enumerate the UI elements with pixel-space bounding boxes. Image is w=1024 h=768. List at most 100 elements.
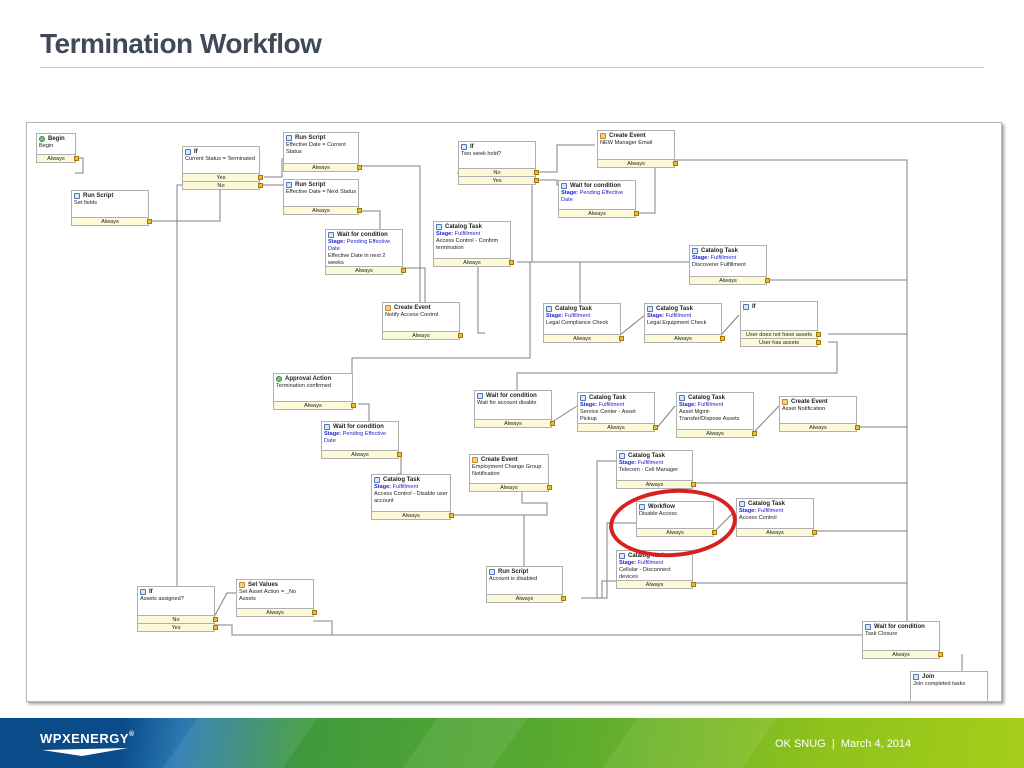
node-create-event-asset[interactable]: Create Event Asset Notification Always [779, 396, 860, 432]
node-wait-effective[interactable]: Wait for condition Stage: Pending Effect… [558, 180, 639, 218]
output-port[interactable] [691, 582, 696, 587]
output-port[interactable] [812, 530, 817, 535]
transition-always[interactable]: Always [284, 206, 362, 214]
transition-always[interactable]: Always [544, 334, 624, 342]
output-port[interactable] [534, 170, 539, 175]
transition-always[interactable]: Always [326, 266, 406, 274]
transition-always[interactable]: Always [677, 429, 757, 437]
output-port[interactable] [691, 482, 696, 487]
output-port[interactable] [534, 178, 539, 183]
node-run-script-current[interactable]: Run Script Effective Date = Current Stat… [283, 132, 362, 172]
output-port[interactable] [397, 452, 402, 457]
node-run-script-set-fields[interactable]: Run Script Set fields Always [71, 190, 152, 226]
node-wait-effective-2[interactable]: Wait for condition Stage: Pending Effect… [321, 421, 402, 459]
transition-always[interactable]: Always [434, 258, 514, 266]
node-if-status[interactable]: If Current Status = Terminated Yes No [182, 146, 263, 190]
node-if-assets-assigned[interactable]: If Assets assigned? No Yes [137, 586, 218, 632]
output-port[interactable] [357, 165, 362, 170]
transition-has-assets[interactable]: User has assets [741, 338, 821, 346]
transition-always[interactable]: Always [383, 331, 463, 339]
transition-always[interactable]: Always [372, 511, 454, 519]
node-wait-effective-2wk[interactable]: Wait for condition Stage: Pending Effect… [325, 229, 406, 275]
node-if-assets[interactable]: If User does not have assets User has as… [740, 301, 821, 347]
output-port[interactable] [258, 175, 263, 180]
transition-always[interactable]: Always [617, 480, 696, 488]
output-port[interactable] [147, 219, 152, 224]
node-create-event-manager[interactable]: Create Event NEW Manager Email Always [597, 130, 678, 168]
transition-always[interactable]: Always [322, 450, 402, 458]
transition-no[interactable]: No [138, 615, 218, 623]
transition-no[interactable]: No [459, 168, 539, 176]
output-port[interactable] [312, 610, 317, 615]
transition-always[interactable]: Always [559, 209, 639, 217]
transition-always[interactable]: Always [470, 483, 552, 491]
transition-always[interactable]: Always [274, 401, 356, 409]
transition-always[interactable]: Always [284, 163, 362, 171]
output-port[interactable] [351, 403, 356, 408]
node-join[interactable]: Join Join completed tasks [910, 671, 988, 701]
node-catalog-legal-equipment[interactable]: Catalog Task Stage: Fulfillment Legal Equ… [644, 303, 725, 343]
node-catalog-legal-compliance[interactable]: Catalog Task Stage: Fulfillment Legal Com… [543, 303, 624, 343]
output-port[interactable] [258, 183, 263, 188]
output-port[interactable] [458, 333, 463, 338]
node-create-event-employment[interactable]: Create Event Employment Change Group Not… [469, 454, 552, 492]
node-catalog-telecom[interactable]: Catalog Task Stage: Fulfillment Telecom -… [616, 450, 696, 489]
node-wait-task-closure[interactable]: Wait for condition Task Closure Always [862, 621, 943, 659]
transition-yes[interactable]: Yes [459, 176, 539, 184]
wait-icon [561, 183, 567, 189]
output-port[interactable] [720, 336, 725, 341]
node-if-two-week[interactable]: If Two week hold? No Yes [458, 141, 539, 185]
transition-always[interactable]: Always [780, 423, 860, 431]
node-set-values[interactable]: Set Values Set Asset Action = _No Assets… [236, 579, 317, 617]
output-port[interactable] [213, 617, 218, 622]
node-catalog-discover[interactable]: Catalog Task Stage: Fulfillment Discovere… [689, 245, 770, 285]
output-port[interactable] [74, 156, 79, 161]
output-port[interactable] [550, 421, 555, 426]
transition-always[interactable]: Always [237, 608, 317, 616]
output-port[interactable] [673, 161, 678, 166]
transition-always[interactable]: Always [37, 154, 79, 162]
node-catalog-asset-mgmt[interactable]: Catalog Task Stage: Fulfillment Asset Mgm… [676, 392, 757, 438]
transition-yes[interactable]: Yes [183, 173, 263, 181]
node-run-script-disabled[interactable]: Run Script Account is disabled Always [486, 566, 566, 603]
transition-always[interactable]: Always [737, 528, 817, 536]
transition-always[interactable]: Always [72, 217, 152, 225]
node-catalog-confirm[interactable]: Catalog Task Stage: Fulfillment Access Co… [433, 221, 514, 267]
transition-always[interactable]: Always [617, 580, 696, 588]
transition-always[interactable]: Always [475, 419, 555, 427]
output-port[interactable] [765, 278, 770, 283]
transition-no[interactable]: No [183, 181, 263, 189]
transition-always[interactable]: Always [578, 423, 658, 431]
transition-always[interactable]: Always [598, 159, 678, 167]
output-port[interactable] [509, 260, 514, 265]
output-port[interactable] [634, 211, 639, 216]
output-port[interactable] [401, 268, 406, 273]
transition-yes[interactable]: Yes [138, 623, 218, 631]
node-catalog-service-center[interactable]: Catalog Task Stage: Fulfillment Service C… [577, 392, 658, 432]
node-approval[interactable]: Approval Action Termination confirmed Al… [273, 373, 356, 410]
transition-no-assets[interactable]: User does not have assets [741, 330, 821, 338]
output-port[interactable] [752, 431, 757, 436]
node-begin[interactable]: Begin Begin Always [36, 133, 79, 163]
node-run-script-next[interactable]: Run Script Effective Date = Next Status … [283, 179, 362, 215]
transition-always[interactable]: Always [645, 334, 725, 342]
node-create-event-notify[interactable]: Create Event Notify Access Control Alway… [382, 302, 463, 340]
output-port[interactable] [855, 425, 860, 430]
output-port[interactable] [213, 625, 218, 630]
node-wait-account-disable[interactable]: Wait for condition Wait for account disa… [474, 390, 555, 428]
transition-always[interactable]: Always [487, 594, 566, 602]
output-port[interactable] [547, 485, 552, 490]
footer-stripe [162, 718, 318, 768]
output-port[interactable] [619, 336, 624, 341]
output-port[interactable] [561, 596, 566, 601]
output-port[interactable] [938, 652, 943, 657]
output-port[interactable] [653, 425, 658, 430]
output-port[interactable] [816, 332, 821, 337]
output-port[interactable] [357, 208, 362, 213]
output-port[interactable] [449, 513, 454, 518]
node-catalog-disable-user[interactable]: Catalog Task Stage: Fulfillment Access Co… [371, 474, 454, 520]
transition-always[interactable]: Always [690, 276, 770, 284]
output-port[interactable] [816, 340, 821, 345]
transition-always[interactable]: Always [863, 650, 943, 658]
node-catalog-access-control[interactable]: Catalog Task Stage: Fulfillment Access Co… [736, 498, 817, 537]
